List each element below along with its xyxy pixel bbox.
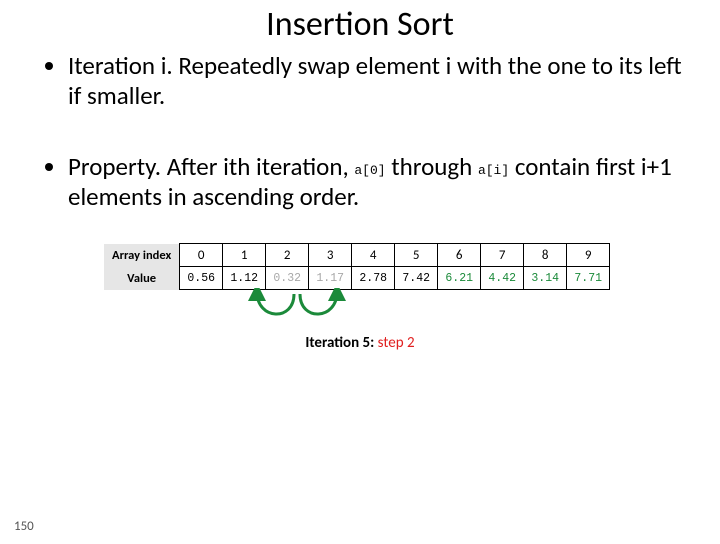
idx-cell: 5 (395, 244, 438, 267)
caption-step: step 2 (374, 334, 414, 352)
val-cell: 6.21 (438, 267, 481, 290)
value-row-header: Value (104, 267, 180, 290)
bullet-list: Iteration i. Repeatedly swap element i w… (50, 51, 690, 211)
idx-cell: 8 (524, 244, 567, 267)
index-row: Array index 0 1 2 3 4 5 6 7 8 9 (104, 244, 610, 267)
idx-cell: 0 (180, 244, 223, 267)
array-table-wrap: Array index 0 1 2 3 4 5 6 7 8 9 Value 0.… (104, 243, 720, 290)
val-cell: 0.56 (180, 267, 223, 290)
code-ai: a[i] (478, 163, 509, 178)
idx-cell: 1 (223, 244, 266, 267)
val-cell: 1.12 (223, 267, 266, 290)
value-row: Value 0.56 1.12 0.32 1.17 2.78 7.42 6.21… (104, 267, 610, 290)
bullet-property-part1: Property. After ith iteration, (68, 151, 354, 182)
val-cell: 7.71 (567, 267, 610, 290)
idx-cell: 9 (567, 244, 610, 267)
val-cell: 1.17 (309, 267, 352, 290)
val-cell: 3.14 (524, 267, 567, 290)
page-number: 150 (14, 519, 34, 534)
idx-cell: 3 (309, 244, 352, 267)
val-cell: 7.42 (395, 267, 438, 290)
bullet-property-part2: through (386, 151, 478, 182)
code-a0: a[0] (354, 163, 385, 178)
iteration-caption: Iteration 5: step 2 (0, 334, 720, 352)
idx-cell: 4 (352, 244, 395, 267)
index-row-header: Array index (104, 244, 180, 267)
idx-cell: 7 (481, 244, 524, 267)
val-cell: 4.42 (481, 267, 524, 290)
bullet-iteration: Iteration i. Repeatedly swap element i w… (68, 51, 690, 110)
val-cell: 2.78 (352, 267, 395, 290)
idx-cell: 6 (438, 244, 481, 267)
swap-arrows-icon (232, 288, 362, 332)
bullet-property: Property. After ith iteration, a[0] thro… (68, 152, 690, 211)
idx-cell: 2 (266, 244, 309, 267)
val-cell: 0.32 (266, 267, 309, 290)
array-table: Array index 0 1 2 3 4 5 6 7 8 9 Value 0.… (104, 243, 610, 290)
slide-title: Insertion Sort (0, 4, 720, 45)
caption-iteration: Iteration 5: (305, 334, 374, 352)
